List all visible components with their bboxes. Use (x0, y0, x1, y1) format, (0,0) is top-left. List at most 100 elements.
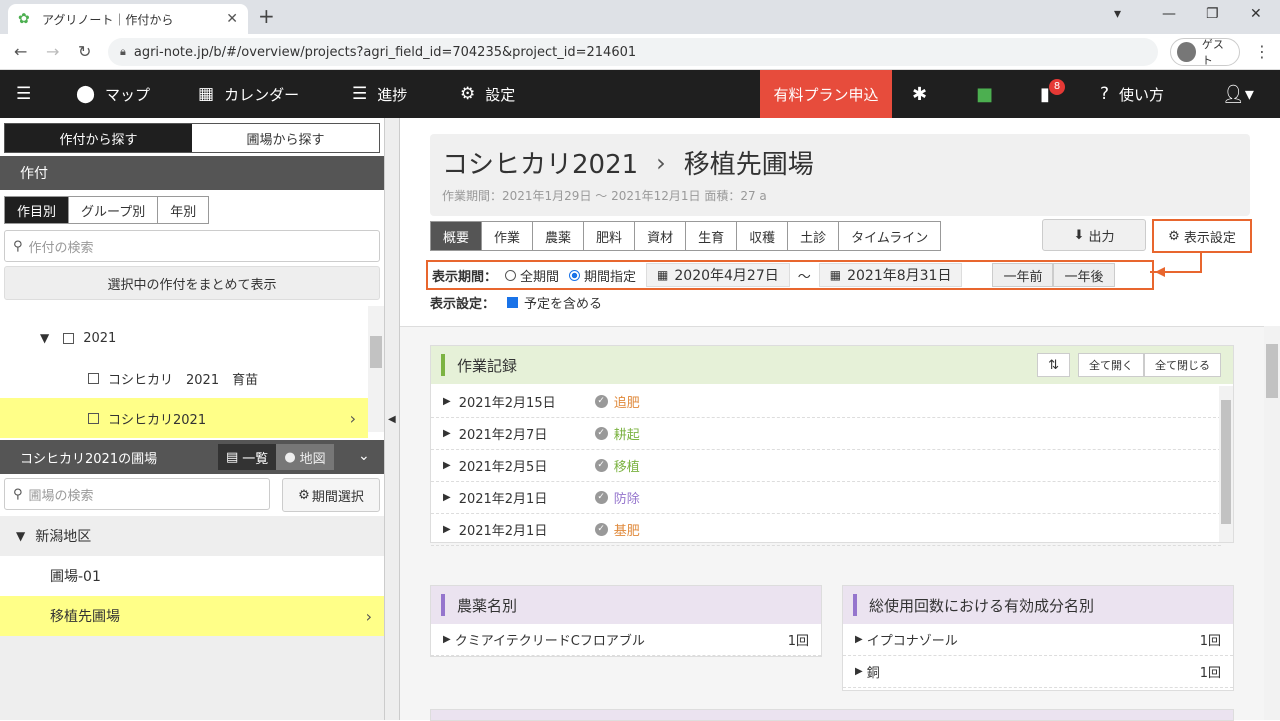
plugin-icon[interactable]: ✱ (912, 70, 927, 118)
tab-overview[interactable]: 概要 (431, 222, 483, 250)
profile-dropdown-icon[interactable]: ▾ (1114, 6, 1121, 22)
breadcrumb: コシヒカリ2021 › 移植先圃場 (442, 144, 1238, 181)
main-scrollbar[interactable] (1264, 326, 1280, 720)
crop-list-scrollbar[interactable] (368, 306, 384, 432)
guest-profile-button[interactable]: ゲスト (1170, 38, 1240, 67)
radio-specify-period[interactable]: 期間指定 (569, 266, 636, 285)
scroll-thumb[interactable] (370, 336, 382, 368)
include-plan-checkbox[interactable] (507, 296, 519, 308)
table-row[interactable]: ▶ 2021年2月5日 ✓ 移植 (431, 450, 1221, 482)
nav-help[interactable]: ? 使い方 (1100, 70, 1164, 118)
tab-search-by-field[interactable]: 圃場から探す (192, 124, 379, 152)
checkbox[interactable] (63, 332, 75, 344)
list-item[interactable]: ▶ クミアイテクリードCフロアブル 1回 (431, 624, 821, 656)
checkbox[interactable] (88, 372, 99, 384)
tab-work[interactable]: 作業 (482, 222, 534, 250)
manual-book-icon[interactable]: ■ (976, 70, 993, 118)
tab-materials[interactable]: 資材 (635, 222, 687, 250)
tab-growth[interactable]: 生育 (686, 222, 738, 250)
expand-triangle-icon[interactable]: ▶ (443, 492, 451, 503)
tab-search-by-crop[interactable]: 作付から探す (5, 124, 192, 152)
view-list-button[interactable]: ▤ 一覧 (218, 444, 277, 470)
work-task[interactable]: 基肥 (614, 520, 640, 539)
work-task[interactable]: 防除 (614, 488, 640, 507)
list-item[interactable]: ▶ イプコナゾール 1回 (843, 624, 1233, 656)
date-to-input[interactable]: ▦ 2021年8月31日 (818, 263, 963, 287)
table-row[interactable]: ▶ 2021年2月1日 ✓ 防除 (431, 482, 1221, 514)
export-button[interactable]: ⬇ 出力 (1042, 219, 1146, 251)
browser-tab[interactable]: ✿ アグリノート｜作付から ✕ (8, 4, 248, 34)
scroll-thumb[interactable] (1221, 400, 1231, 524)
panel-divider[interactable]: ◀ (384, 118, 400, 720)
expand-triangle-icon[interactable]: ▶ (443, 396, 451, 407)
field-item-selected[interactable]: 移植先圃場 › (0, 596, 384, 636)
close-tab-icon[interactable]: ✕ (226, 11, 238, 27)
new-tab-icon[interactable]: + (258, 4, 275, 28)
sidebar-toggle-icon[interactable]: ☰ (16, 70, 41, 118)
expand-triangle-icon[interactable]: ▼ (40, 331, 49, 345)
collapse-left-icon[interactable]: ◀ (388, 414, 396, 425)
date-from-input[interactable]: ▦ 2020年4月27日 (646, 263, 790, 287)
period-select-button[interactable]: ⚙ 期間選択 (282, 478, 380, 512)
region-item[interactable]: ▼ 新潟地区 (0, 516, 384, 556)
tab-soil[interactable]: 土診 (788, 222, 840, 250)
nav-calendar[interactable]: ▦ カレンダー (198, 70, 299, 118)
paid-plan-button[interactable]: 有料プラン申込 (760, 70, 892, 118)
tab-by-crop-type[interactable]: 作目別 (5, 197, 70, 223)
work-task[interactable]: 耕起 (614, 424, 640, 443)
nav-map[interactable]: ⬤ マップ (76, 70, 150, 118)
expand-triangle-icon[interactable]: ▶ (443, 428, 451, 439)
work-task[interactable]: 追肥 (614, 392, 640, 411)
chevron-down-icon[interactable]: ⌄ (358, 448, 370, 464)
calendar-icon: ▦ (657, 268, 669, 282)
tree-item-crop-selected[interactable]: コシヒカリ2021 › (0, 398, 368, 438)
reload-icon[interactable]: ↻ (78, 42, 91, 61)
tab-fertilizer[interactable]: 肥料 (584, 222, 636, 250)
next-year-button[interactable]: 一年後 (1053, 263, 1115, 287)
tab-harvest[interactable]: 収穫 (737, 222, 789, 250)
browser-menu-icon[interactable]: ⋮ (1254, 42, 1270, 61)
work-records-scrollbar[interactable] (1219, 386, 1233, 542)
url-field[interactable]: 🔒︎ agri-note.jp/b/#/overview/projects?ag… (108, 38, 1158, 66)
checkbox[interactable] (88, 412, 99, 424)
table-row[interactable]: ▶ 2021年2月7日 ✓ 耕起 (431, 418, 1221, 450)
gear-icon: ⚙ (1168, 228, 1180, 244)
table-row[interactable]: ▶ 2021年2月1日 ✓ 基肥 (431, 514, 1221, 546)
table-row[interactable]: ▶ 2021年2月15日 ✓ 追肥 (431, 386, 1221, 418)
tab-by-group[interactable]: グループ別 (69, 197, 159, 223)
forward-icon[interactable]: → (46, 42, 59, 61)
window-close-icon[interactable]: ✕ (1250, 6, 1262, 22)
expand-triangle-icon[interactable]: ▼ (16, 529, 25, 543)
crumb-crop[interactable]: コシヒカリ2021 (442, 144, 638, 181)
list-item[interactable]: ▶ 銅 1回 (843, 656, 1233, 688)
restore-icon[interactable]: ❐ (1206, 6, 1219, 22)
tree-item-year[interactable]: ▼ 2021 (0, 318, 368, 358)
work-task[interactable]: 移植 (614, 456, 640, 475)
field-item[interactable]: 圃場-01 (0, 556, 384, 596)
tab-title: アグリノート｜作付から (42, 12, 174, 27)
chat-icon[interactable]: ▮ (1040, 70, 1050, 118)
nav-progress[interactable]: ☰ 進捗 (352, 70, 407, 118)
radio-icon (505, 269, 517, 281)
minimize-icon[interactable]: — (1162, 6, 1176, 22)
expand-triangle-icon[interactable]: ▶ (443, 524, 451, 535)
tab-timeline[interactable]: タイムライン (839, 222, 940, 250)
field-search-input[interactable]: ⚲ 圃場の検索 (4, 478, 270, 510)
prev-year-button[interactable]: 一年前 (992, 263, 1054, 287)
expand-triangle-icon[interactable]: ▶ (443, 460, 451, 471)
tree-item-crop[interactable]: コシヒカリ 2021 育苗 (0, 358, 368, 398)
tab-by-year[interactable]: 年別 (158, 197, 208, 223)
expand-all-button[interactable]: 全て開く (1078, 353, 1144, 377)
radio-all-period[interactable]: 全期間 (505, 266, 559, 285)
tab-pesticide[interactable]: 農薬 (533, 222, 585, 250)
scroll-thumb[interactable] (1266, 344, 1278, 398)
back-icon[interactable]: ← (14, 42, 27, 61)
view-map-button[interactable]: ● 地図 (276, 444, 334, 470)
crop-search-input[interactable]: ⚲ 作付の検索 (4, 230, 380, 262)
collapse-all-button[interactable]: 全て閉じる (1144, 353, 1221, 377)
display-settings-button[interactable]: ⚙ 表示設定 (1152, 219, 1252, 253)
show-selected-crops-button[interactable]: 選択中の作付をまとめて表示 (4, 266, 380, 300)
sort-icon[interactable]: ⇅ (1037, 353, 1070, 377)
nav-settings[interactable]: ⚙ 設定 (460, 70, 515, 118)
user-menu-icon[interactable]: 👤︎▾ (1222, 70, 1254, 118)
